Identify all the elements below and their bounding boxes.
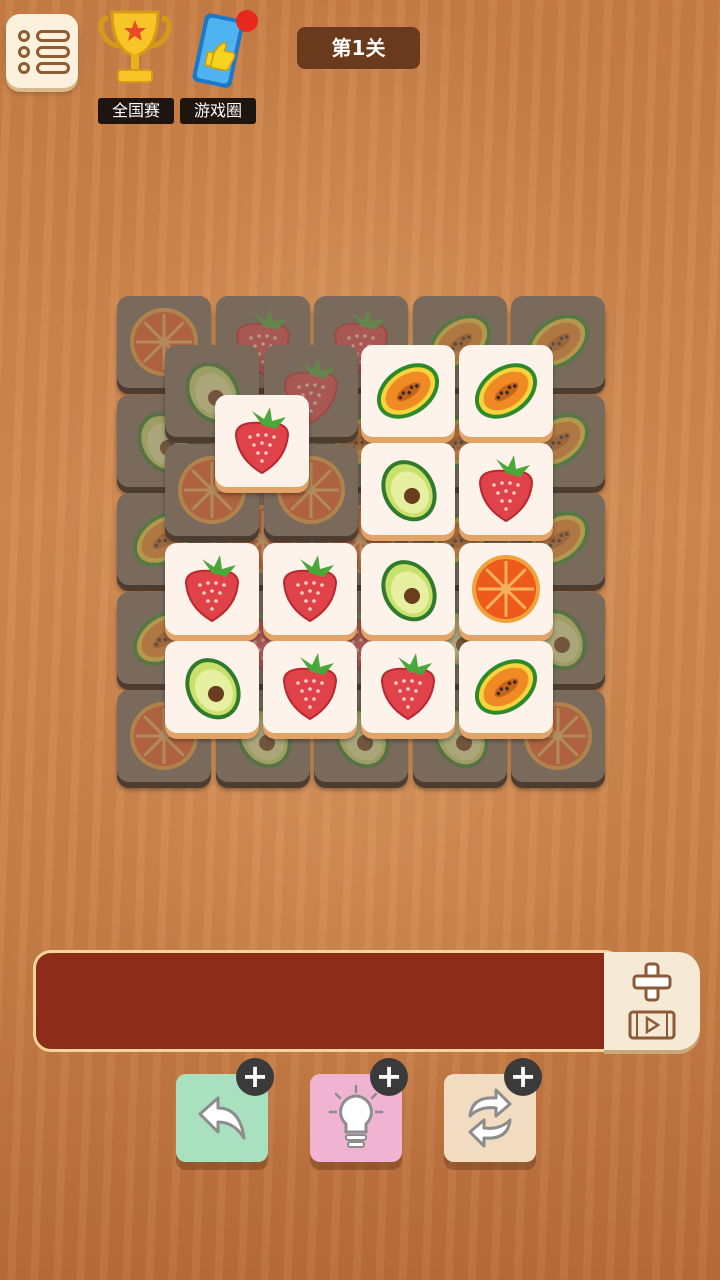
plus-video-icon xyxy=(628,962,676,1040)
tile-tray xyxy=(33,950,623,1052)
strawberry-icon xyxy=(234,407,290,475)
strawberry-icon xyxy=(282,555,338,623)
avocado-icon xyxy=(185,658,241,720)
fruit-tile[interactable] xyxy=(215,395,309,491)
fruit-tile[interactable] xyxy=(361,345,455,441)
avocado-icon xyxy=(381,460,437,522)
papaya-icon xyxy=(376,363,440,419)
strawberry-icon xyxy=(184,555,240,623)
fruit-tile[interactable] xyxy=(459,641,553,737)
fruit-tile[interactable] xyxy=(459,345,553,441)
fruit-tile[interactable] xyxy=(361,543,455,639)
fruit-tile[interactable] xyxy=(263,641,357,737)
fruit-tile[interactable] xyxy=(165,543,259,639)
avocado-icon xyxy=(381,560,437,622)
undo-arrow-icon xyxy=(198,1096,246,1140)
fruit-tile[interactable] xyxy=(459,543,553,639)
undo-plus-badge: + xyxy=(236,1058,274,1096)
strawberry-icon xyxy=(478,455,534,523)
fruit-tile[interactable] xyxy=(459,443,553,539)
fruit-tile[interactable] xyxy=(263,543,357,639)
shuffle-icon xyxy=(468,1088,512,1148)
papaya-icon xyxy=(474,659,538,715)
strawberry-icon xyxy=(282,653,338,721)
add-slot-button[interactable] xyxy=(604,952,700,1050)
orange-slice-icon xyxy=(472,555,540,623)
shuffle-plus-badge: + xyxy=(504,1058,542,1096)
fruit-tile[interactable] xyxy=(361,641,455,737)
tile-board xyxy=(0,0,720,940)
papaya-icon xyxy=(474,363,538,419)
fruit-tile[interactable] xyxy=(361,443,455,539)
hint-plus-badge: + xyxy=(370,1058,408,1096)
fruit-tile[interactable] xyxy=(165,641,259,737)
strawberry-icon xyxy=(380,653,436,721)
